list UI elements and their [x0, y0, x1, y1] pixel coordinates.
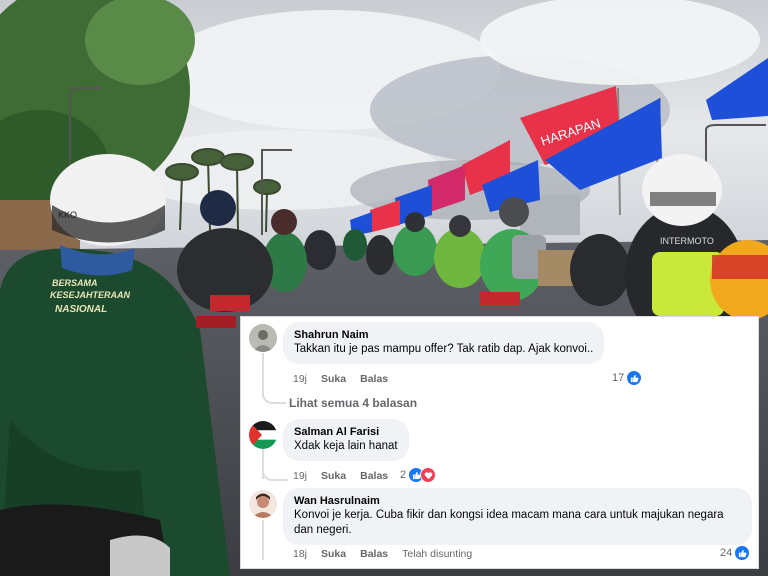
avatar[interactable]: [249, 421, 277, 449]
reaction-summary[interactable]: 2: [400, 467, 437, 483]
reply-button[interactable]: Balas: [360, 373, 388, 386]
comment-bubble: Salman Al Farisi Xdak keja lain hanat: [283, 419, 409, 461]
comment-timestamp[interactable]: 18j: [293, 548, 307, 561]
reply-connector: [262, 377, 286, 404]
avatar-photo-icon: [249, 490, 277, 518]
like-button[interactable]: Suka: [321, 548, 346, 561]
reaction-count: 17: [612, 372, 625, 384]
comment-bubble: Wan Hasrulnaim Konvoi je kerja. Cuba fik…: [283, 488, 752, 545]
comment-author[interactable]: Salman Al Farisi: [294, 425, 398, 439]
comment-timestamp[interactable]: 19j: [293, 373, 307, 386]
comment-bubble: Shahrun Naim Takkan itu je pas mampu off…: [283, 322, 605, 364]
like-icon: [734, 545, 751, 561]
shirt-text-2: KESEJAHTERAAN: [50, 290, 131, 300]
comment-text: Konvoi je kerja. Cuba fikir dan kongsi i…: [294, 509, 724, 536]
view-replies-link[interactable]: Lihat semua 4 balasan: [289, 396, 417, 410]
reaction-count: 2: [400, 469, 407, 481]
vest-brand: INTERMOTO: [660, 236, 714, 246]
reply-button[interactable]: Balas: [360, 470, 388, 483]
comment-meta: 19j Suka Balas: [293, 373, 388, 386]
thread-line: [262, 520, 264, 560]
reply-connector: [262, 457, 288, 481]
shirt-text-1: BERSAMA: [52, 278, 98, 288]
heart-icon: [420, 467, 437, 483]
reaction-summary[interactable]: 24: [720, 545, 751, 561]
like-button[interactable]: Suka: [321, 470, 346, 483]
helmet-brand: KKO: [58, 210, 77, 220]
reply-button[interactable]: Balas: [360, 548, 388, 561]
comment-text: Xdak keja lain hanat: [294, 440, 398, 452]
avatar[interactable]: [249, 490, 277, 518]
like-button[interactable]: Suka: [321, 373, 346, 386]
comment-author[interactable]: Shahrun Naim: [294, 328, 593, 342]
reaction-summary[interactable]: 17: [612, 370, 643, 386]
comment-text: Takkan itu je pas mampu offer? Tak ratib…: [294, 343, 594, 355]
avatar[interactable]: [249, 324, 277, 352]
comment-timestamp[interactable]: 19j: [293, 470, 307, 483]
reaction-count: 24: [720, 547, 733, 559]
palestine-flag-avatar-icon: [249, 421, 277, 449]
like-icon: [626, 370, 643, 386]
comment-author[interactable]: Wan Hasrulnaim: [294, 494, 741, 508]
comment-panel: Shahrun Naim Takkan itu je pas mampu off…: [240, 316, 759, 569]
comment-meta: 18j Suka Balas Telah disunting: [293, 548, 472, 561]
avatar-photo-icon: [249, 324, 277, 352]
comment-meta: 19j Suka Balas: [293, 470, 388, 483]
edited-label: Telah disunting: [402, 548, 473, 560]
shirt-text-3: NASIONAL: [55, 304, 107, 315]
